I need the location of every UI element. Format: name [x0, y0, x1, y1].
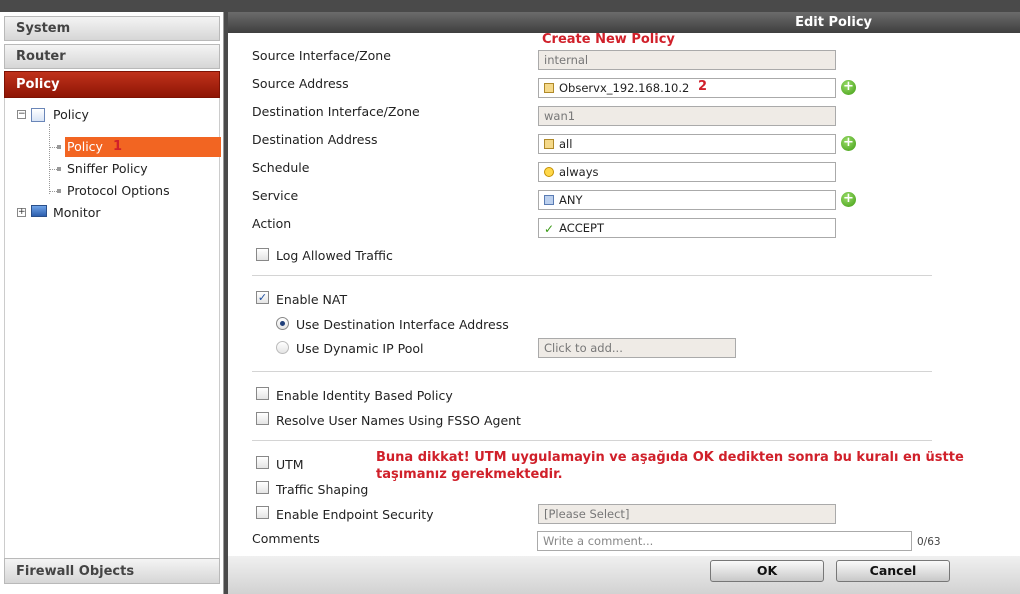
use-dynamic-ip-pool-radio[interactable]: [276, 341, 289, 354]
destination-interface-field[interactable]: wan1: [538, 106, 836, 126]
annotation-warning: Buna dikkat! UTM uygulamayin ve aşağıda …: [376, 450, 964, 482]
nav-firewall-objects[interactable]: Firewall Objects: [4, 558, 220, 584]
identity-based-policy-checkbox[interactable]: [256, 387, 269, 400]
add-service-icon[interactable]: +: [841, 192, 856, 207]
leaf-icon: [57, 145, 61, 149]
resolve-fsso-checkbox[interactable]: [256, 412, 269, 425]
ok-button[interactable]: OK: [710, 560, 824, 582]
source-address-field[interactable]: Observx_192.168.10.2: [538, 78, 836, 98]
left-navigation: System Router Policy − Policy Policy 1 S…: [0, 12, 224, 594]
tree-policy-group[interactable]: Policy: [53, 105, 89, 125]
annotation-1: 1: [113, 139, 123, 154]
add-destination-address-icon[interactable]: +: [841, 136, 856, 151]
separator: [252, 371, 932, 372]
leaf-icon: [57, 189, 61, 193]
action-field[interactable]: ✓ ACCEPT: [538, 218, 836, 238]
annotation-create-new-policy: Create New Policy: [542, 32, 675, 47]
panel-title: Edit Policy: [795, 15, 872, 30]
service-field[interactable]: ANY: [538, 190, 836, 210]
source-interface-label: Source Interface/Zone: [252, 48, 391, 63]
service-icon: [544, 195, 554, 205]
use-dynamic-ip-pool-label: Use Dynamic IP Pool: [296, 341, 424, 356]
check-icon: ✓: [544, 222, 555, 236]
nav-router[interactable]: Router: [4, 44, 220, 69]
schedule-field[interactable]: always: [538, 162, 836, 182]
use-destination-interface-label: Use Destination Interface Address: [296, 317, 509, 332]
tree-protocol-options[interactable]: Protocol Options: [67, 181, 170, 201]
nav-system[interactable]: System: [4, 16, 220, 41]
source-interface-field[interactable]: internal: [538, 50, 836, 70]
panel-titlebar: Edit Policy: [228, 12, 1020, 33]
service-label: Service: [252, 188, 299, 203]
button-bar: OK Cancel: [228, 556, 1020, 594]
leaf-icon: [57, 167, 61, 171]
enable-nat-label: Enable NAT: [276, 292, 348, 307]
separator: [252, 440, 932, 441]
action-label: Action: [252, 216, 292, 231]
endpoint-security-select[interactable]: [Please Select]: [538, 504, 836, 524]
nav-policy[interactable]: Policy: [4, 71, 220, 98]
monitor-icon: [31, 205, 47, 217]
comments-textarea[interactable]: Write a comment...: [537, 531, 912, 551]
collapse-icon[interactable]: −: [17, 110, 26, 119]
endpoint-security-label: Enable Endpoint Security: [276, 507, 434, 522]
enable-nat-checkbox[interactable]: ✓: [256, 291, 269, 304]
destination-address-label: Destination Address: [252, 132, 378, 147]
add-source-address-icon[interactable]: +: [841, 80, 856, 95]
traffic-shaping-label: Traffic Shaping: [276, 482, 369, 497]
log-allowed-traffic-label: Log Allowed Traffic: [276, 248, 393, 263]
endpoint-security-checkbox[interactable]: [256, 506, 269, 519]
utm-checkbox[interactable]: [256, 456, 269, 469]
policy-list-icon: [31, 108, 45, 122]
address-icon: [544, 139, 554, 149]
address-icon: [544, 83, 554, 93]
expand-icon[interactable]: +: [17, 208, 26, 217]
source-address-label: Source Address: [252, 76, 349, 91]
schedule-label: Schedule: [252, 160, 310, 175]
dynamic-ip-pool-field[interactable]: Click to add...: [538, 338, 736, 358]
tree-line: [49, 124, 50, 194]
cancel-button[interactable]: Cancel: [836, 560, 950, 582]
clock-icon: [544, 167, 554, 177]
tree-monitor[interactable]: Monitor: [53, 203, 101, 223]
annotation-2: 2: [698, 79, 708, 94]
tree-sniffer-policy[interactable]: Sniffer Policy: [67, 159, 148, 179]
identity-based-policy-label: Enable Identity Based Policy: [276, 388, 453, 403]
separator: [252, 275, 932, 276]
utm-label: UTM: [276, 457, 304, 472]
comments-char-count: 0/63: [917, 536, 941, 548]
destination-address-field[interactable]: all: [538, 134, 836, 154]
destination-interface-label: Destination Interface/Zone: [252, 104, 420, 119]
policy-tree: − Policy Policy 1 Sniffer Policy Protoco…: [4, 98, 221, 558]
traffic-shaping-checkbox[interactable]: [256, 481, 269, 494]
use-destination-interface-radio[interactable]: [276, 317, 289, 330]
tree-policy-leaf[interactable]: Policy: [65, 137, 221, 157]
comments-label: Comments: [252, 531, 320, 546]
resolve-fsso-label: Resolve User Names Using FSSO Agent: [276, 413, 521, 428]
log-allowed-traffic-checkbox[interactable]: [256, 248, 269, 261]
